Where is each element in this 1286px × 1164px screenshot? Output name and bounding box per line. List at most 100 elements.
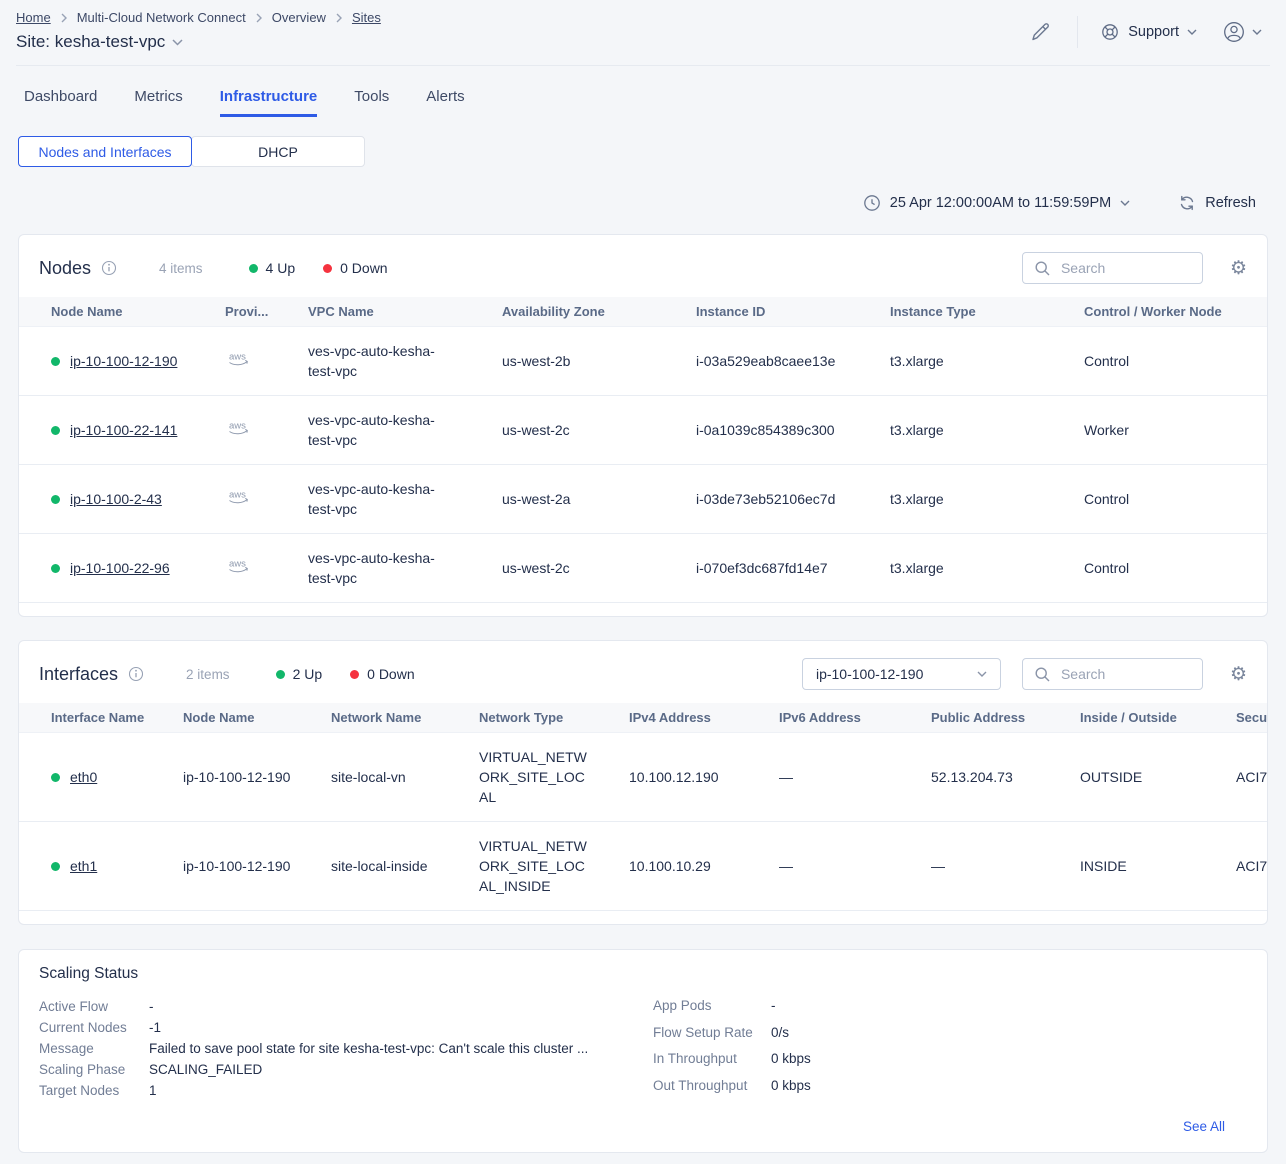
kv-scaling-phase: Scaling PhaseSCALING_FAILED — [39, 1059, 653, 1080]
inside-outside-cell: OUTSIDE — [1048, 733, 1204, 822]
time-range-picker[interactable]: 25 Apr 12:00:00AM to 11:59:59PM — [863, 194, 1130, 212]
refresh-button[interactable]: Refresh — [1178, 194, 1256, 212]
col-public-address[interactable]: Public Address — [899, 703, 1048, 733]
instance-id-cell: i-03de73eb52106ec7d — [664, 465, 858, 534]
col-availability-zone[interactable]: Availability Zone — [470, 297, 664, 327]
network-type-cell: VIRTUAL_NETWORK_SITE_LOCAL_INSIDE — [447, 822, 597, 911]
tab-metrics[interactable]: Metrics — [134, 88, 182, 117]
svg-text:aws: aws — [229, 559, 246, 570]
col-provider[interactable]: Provi... — [193, 297, 276, 327]
col-network-type[interactable]: Network Type — [447, 703, 597, 733]
col-interface-name[interactable]: Interface Name — [19, 703, 151, 733]
up-status-dot — [51, 357, 60, 366]
nodes-down-count: 0 Down — [323, 260, 387, 276]
page-title: Site: kesha-test-vpc — [16, 32, 165, 52]
breadcrumb-overview[interactable]: Overview — [272, 10, 326, 25]
public-address-cell: 52.13.204.73 — [899, 733, 1048, 822]
kv-in-throughput: In Throughput0 kbps — [653, 1049, 1247, 1069]
security-cell: ACI7R — [1204, 822, 1267, 911]
chevron-down-icon — [977, 671, 987, 677]
col-network-name[interactable]: Network Name — [299, 703, 447, 733]
col-ipv6[interactable]: IPv6 Address — [747, 703, 899, 733]
header-divider — [1077, 16, 1078, 48]
node-link[interactable]: ip-10-100-22-96 — [70, 560, 170, 576]
col-ipv4[interactable]: IPv4 Address — [597, 703, 747, 733]
az-cell: us-west-2c — [470, 396, 664, 465]
interface-link[interactable]: eth0 — [70, 769, 97, 785]
interfaces-table-header-row: Interface Name Node Name Network Name Ne… — [19, 703, 1267, 733]
aws-provider-icon: aws — [225, 419, 255, 438]
account-menu[interactable] — [1221, 19, 1262, 45]
kv-message: MessageFailed to save pool state for sit… — [39, 1038, 653, 1059]
interfaces-search-input[interactable] — [1059, 665, 1191, 683]
svg-text:aws: aws — [229, 490, 246, 501]
node-filter-select[interactable]: ip-10-100-12-190 — [802, 658, 1001, 690]
public-address-cell: — — [899, 822, 1048, 911]
divider — [16, 65, 1270, 66]
see-all-link[interactable]: See All — [1183, 1119, 1225, 1134]
table-row: eth1 ip-10-100-12-190 site-local-inside … — [19, 822, 1267, 911]
nodes-search-input[interactable] — [1059, 259, 1191, 277]
info-icon[interactable] — [128, 666, 144, 682]
tab-infrastructure[interactable]: Infrastructure — [220, 88, 318, 117]
nodes-table-header-row: Node Name Provi... VPC Name Availability… — [19, 297, 1267, 327]
interface-link[interactable]: eth1 — [70, 858, 97, 874]
interfaces-search — [1022, 658, 1203, 690]
chevron-down-icon — [1187, 29, 1197, 35]
chevron-right-icon — [335, 13, 343, 23]
breadcrumb-home[interactable]: Home — [16, 10, 51, 25]
tab-alerts[interactable]: Alerts — [426, 88, 464, 117]
tab-dashboard[interactable]: Dashboard — [24, 88, 97, 117]
chevron-down-icon[interactable] — [172, 39, 183, 46]
vpc-name-cell: ves-vpc-auto-kesha-test-vpc — [276, 465, 470, 534]
node-link[interactable]: ip-10-100-2-43 — [70, 491, 162, 507]
up-status-dot — [51, 564, 60, 573]
kv-active-flow: Active Flow- — [39, 996, 653, 1017]
node-link[interactable]: ip-10-100-12-190 — [70, 353, 177, 369]
scaling-status-title: Scaling Status — [39, 965, 1247, 983]
refresh-label: Refresh — [1205, 195, 1256, 211]
col-security[interactable]: Security — [1204, 703, 1267, 733]
time-toolbar: 25 Apr 12:00:00AM to 11:59:59PM Refresh — [0, 167, 1286, 212]
col-vpc-name[interactable]: VPC Name — [276, 297, 470, 327]
pen-icon[interactable] — [1029, 21, 1051, 43]
col-inside-outside[interactable]: Inside / Outside — [1048, 703, 1204, 733]
instance-type-cell: t3.xlarge — [858, 465, 1052, 534]
support-menu[interactable]: Support — [1100, 22, 1197, 42]
col-control-worker[interactable]: Control / Worker Node — [1052, 297, 1267, 327]
scaling-left-column: Active Flow- Current Nodes-1 MessageFail… — [39, 996, 653, 1102]
tab-tools[interactable]: Tools — [354, 88, 389, 117]
kv-target-nodes: Target Nodes1 — [39, 1080, 653, 1101]
col-node-name[interactable]: Node Name — [151, 703, 299, 733]
role-cell: Control — [1052, 327, 1267, 396]
interfaces-up-count: 2 Up — [276, 666, 323, 682]
instance-id-cell: i-0a1039c854389c300 — [664, 396, 858, 465]
nodes-search — [1022, 252, 1203, 284]
col-node-name[interactable]: Node Name — [19, 297, 193, 327]
col-instance-type[interactable]: Instance Type — [858, 297, 1052, 327]
subtab-dhcp[interactable]: DHCP — [191, 136, 365, 167]
clock-icon — [863, 194, 881, 212]
breadcrumb-sites[interactable]: Sites — [352, 10, 381, 25]
kv-flow-setup-rate: Flow Setup Rate0/s — [653, 1023, 1247, 1043]
gear-icon[interactable]: ⚙ — [1230, 665, 1247, 684]
interfaces-title: Interfaces — [39, 664, 118, 685]
gear-icon[interactable]: ⚙ — [1230, 259, 1247, 278]
col-instance-id[interactable]: Instance ID — [664, 297, 858, 327]
chevron-down-icon — [1252, 29, 1262, 35]
support-label: Support — [1128, 24, 1179, 40]
svg-text:aws: aws — [229, 421, 246, 432]
table-row: ip-10-100-2-43 aws ves-vpc-auto-kesha-te… — [19, 465, 1267, 534]
kv-current-nodes: Current Nodes-1 — [39, 1017, 653, 1038]
instance-type-cell: t3.xlarge — [858, 534, 1052, 603]
nodes-table: Node Name Provi... VPC Name Availability… — [19, 297, 1267, 603]
breadcrumb-mcn[interactable]: Multi-Cloud Network Connect — [77, 10, 246, 25]
vpc-name-cell: ves-vpc-auto-kesha-test-vpc — [276, 396, 470, 465]
up-status-dot — [51, 495, 60, 504]
nodes-up-count: 4 Up — [249, 260, 296, 276]
subtab-nodes-and-interfaces[interactable]: Nodes and Interfaces — [18, 136, 192, 167]
down-status-dot — [350, 670, 359, 679]
node-link[interactable]: ip-10-100-22-141 — [70, 422, 177, 438]
interfaces-down-count: 0 Down — [350, 666, 414, 682]
info-icon[interactable] — [101, 260, 117, 276]
